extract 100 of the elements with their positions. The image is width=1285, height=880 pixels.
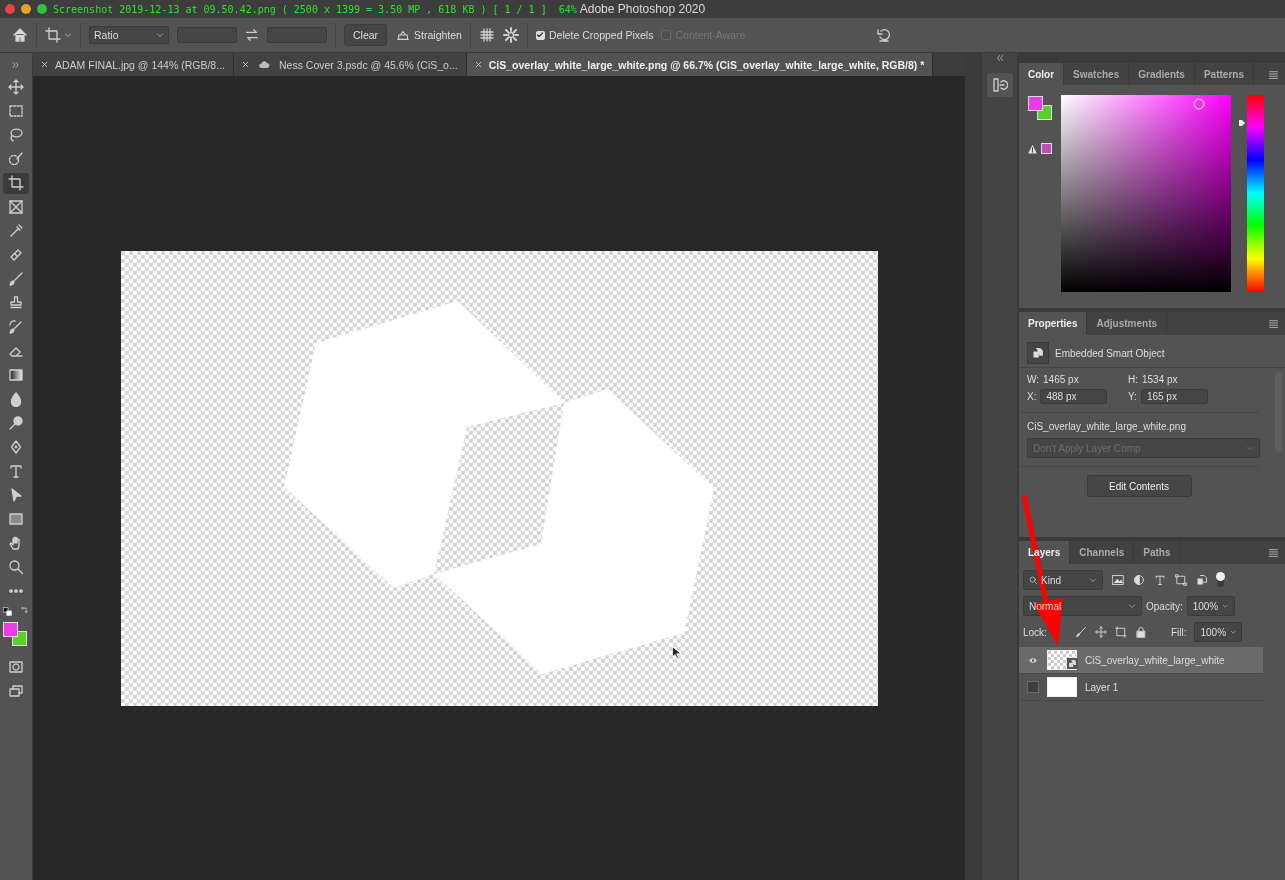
move-icon[interactable]	[1094, 626, 1107, 638]
menu-icon[interactable]	[1268, 69, 1279, 79]
caret-icon	[1222, 602, 1229, 610]
quick-select-icon	[8, 151, 24, 167]
color-swatches-icon[interactable]	[1028, 96, 1052, 121]
gamut-color-swatch[interactable]	[1041, 143, 1052, 155]
panel-tab[interactable]: Paths	[1134, 541, 1181, 564]
collapse-icon[interactable]	[11, 61, 21, 69]
caret-icon	[156, 31, 164, 39]
panel-tab[interactable]: Properties	[1019, 312, 1088, 335]
artboard-icon[interactable]	[1114, 626, 1127, 638]
pen-icon	[8, 439, 24, 455]
grid-icon[interactable]	[478, 27, 495, 43]
image-caption: Screenshot 2019-12-13 at 09.50.42.png ( 2500 x 1399 = 3.50 MP , 618 KB ) [ 1 / 1 ] 64%	[53, 3, 577, 15]
caret-icon	[64, 31, 72, 39]
smart-filter-icon[interactable]	[1196, 574, 1208, 586]
caret-icon	[1089, 576, 1097, 584]
drop-icon	[8, 391, 24, 407]
tool-button[interactable]	[3, 172, 29, 194]
image-filter-icon[interactable]	[1112, 574, 1124, 586]
close-icon[interactable]	[474, 61, 482, 68]
width-field[interactable]	[177, 27, 237, 43]
smart-object-icon	[1032, 347, 1044, 359]
bandage-icon	[8, 247, 24, 263]
file-name: CiS_overlay_white_large_white.png	[1027, 421, 1186, 432]
type-icon[interactable]	[1154, 574, 1166, 586]
home-icon[interactable]	[12, 27, 28, 43]
opacity-field[interactable]: 100%	[1186, 596, 1235, 616]
level-icon[interactable]	[395, 28, 412, 42]
document-tab[interactable]: ADAM FINAL.jpg @ 144% (RGB/8...	[33, 53, 234, 76]
lock-icon[interactable]	[1134, 626, 1147, 638]
color-field[interactable]	[1061, 95, 1231, 293]
move-icon	[8, 79, 24, 95]
type-icon	[8, 463, 24, 479]
height-field[interactable]	[267, 27, 327, 43]
minimize-button[interactable]	[21, 4, 31, 14]
default-colors-icon[interactable]	[3, 607, 12, 616]
rectangle-icon	[8, 511, 24, 527]
menu-icon[interactable]	[1268, 548, 1279, 557]
quick-mask-icon[interactable]	[8, 658, 24, 675]
checkbox-label[interactable]: Delete Cropped Pixels	[548, 29, 654, 41]
menu-icon[interactable]	[1268, 319, 1279, 328]
marquee-icon	[8, 103, 24, 119]
history-brush-icon	[8, 319, 24, 335]
history-panel-icon[interactable]	[991, 77, 1008, 93]
input-field[interactable]: 488 px	[1040, 389, 1108, 404]
lock-label: Lock:	[1023, 626, 1047, 638]
frame-icon	[8, 199, 24, 215]
panel-tab[interactable]: Color	[1019, 63, 1065, 86]
clear-button[interactable]: Clear	[344, 24, 388, 46]
close-button[interactable]	[5, 4, 15, 14]
panel-tab[interactable]: Gradients	[1129, 63, 1195, 86]
close-icon[interactable]	[41, 61, 48, 68]
close-icon[interactable]	[241, 61, 249, 68]
caret-icon	[1230, 628, 1237, 636]
stamp-icon	[8, 295, 24, 311]
eye-icon[interactable]	[1027, 655, 1039, 665]
input-field[interactable]: 165 px	[1140, 389, 1208, 404]
field-label: W:	[1027, 374, 1040, 385]
dimension-value: 1465 px	[1043, 374, 1079, 385]
edit-contents-button[interactable]: Edit Contents	[1086, 475, 1192, 497]
swap-icon[interactable]	[20, 607, 29, 616]
smart-object-icon	[1067, 658, 1078, 669]
object-type-label: Embedded Smart Object	[1055, 347, 1165, 359]
expand-icon[interactable]	[994, 54, 1005, 62]
document-tab[interactable]: CiS_overlay_white_large_white.png @ 66.7% (CiS_overlay_white_large_white, RGB/8) *	[466, 53, 934, 76]
shape-filter-icon[interactable]	[1175, 574, 1187, 586]
fill-label: Fill:	[1170, 626, 1187, 638]
arrow-pointer-icon	[8, 487, 24, 503]
color-swatches-icon[interactable]	[3, 622, 27, 646]
zoom-icon	[8, 559, 24, 575]
crop-icon[interactable]	[45, 27, 61, 43]
fill-field[interactable]: 100%	[1194, 622, 1243, 642]
reset-icon[interactable]	[876, 27, 892, 43]
field-label: X:	[1027, 391, 1037, 402]
screen-mode-icon[interactable]	[8, 682, 24, 699]
panel-tab[interactable]: Channels	[1070, 541, 1135, 564]
crop-icon	[8, 175, 24, 191]
visibility-toggle[interactable]	[1027, 681, 1039, 693]
cursor-icon	[671, 644, 683, 662]
brush-icon[interactable]	[1074, 626, 1087, 638]
layer-row[interactable]: Layer 1	[1019, 674, 1263, 701]
filter-toggle[interactable]	[1217, 573, 1224, 587]
zoom-button[interactable]	[37, 4, 47, 14]
field-label: Y:	[1128, 391, 1137, 402]
ratio-dropdown[interactable]: Ratio	[89, 26, 169, 44]
eyedropper-icon	[8, 223, 24, 239]
layer-row[interactable]: CiS_overlay_white_large_white	[1019, 647, 1263, 674]
document-tab[interactable]: Ness Cover 3.psdc @ 45.6% (CiS_o...	[233, 53, 467, 76]
opacity-label: Opacity:	[1146, 600, 1183, 612]
swap-icon[interactable]	[245, 28, 259, 42]
checkbox[interactable]	[535, 30, 545, 40]
panel-tab[interactable]: Swatches	[1064, 63, 1130, 86]
dodge-icon	[8, 415, 24, 431]
panel-tab[interactable]: Patterns	[1194, 63, 1254, 86]
adjustment-filter-icon[interactable]	[1133, 574, 1145, 586]
panel-tab[interactable]: Adjustments	[1087, 312, 1168, 335]
window-title: Adobe Photoshop 2020	[579, 2, 706, 16]
straighten-label[interactable]: Straighten	[414, 29, 462, 41]
checkmark-icon	[536, 31, 545, 39]
